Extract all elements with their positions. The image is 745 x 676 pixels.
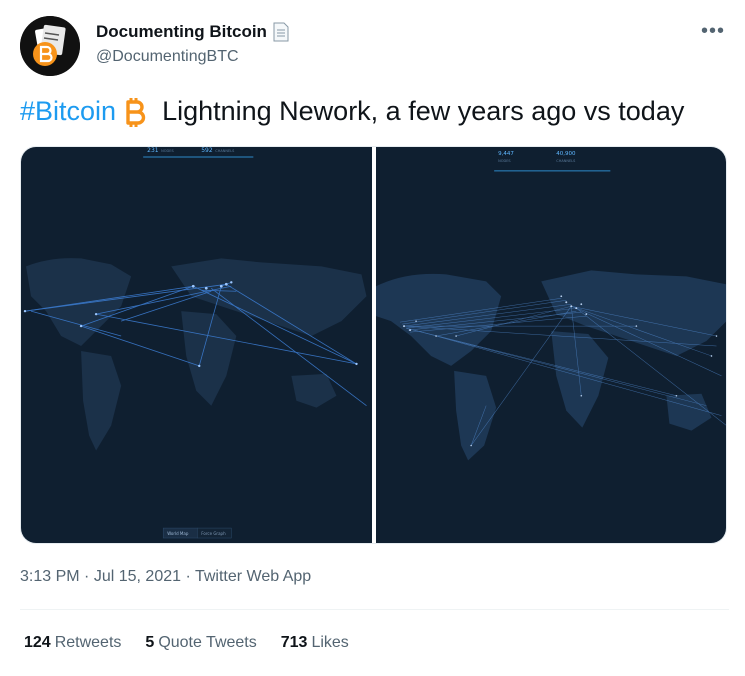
tweet-meta: 3:13 PM · Jul 15, 2021 · Twitter Web App [20,568,311,586]
likes-stat[interactable]: 713 Likes [281,634,349,652]
nodes-label: NODES [161,149,174,153]
tweet-body: Lightning Nework, a few years ago vs tod… [162,96,685,126]
author-handle[interactable]: @DocumentingBTC [96,48,239,66]
tweet-text: #Bitcoin Lightning Nework, a few years a… [20,96,684,127]
quote-tweets-stat[interactable]: 5 Quote Tweets [145,634,256,652]
meta-separator: · [185,568,195,585]
retweets-stat[interactable]: 124 Retweets [24,634,121,652]
quote-tweets-count: 5 [145,634,155,651]
media-image-after[interactable]: 9,447 NODES 40,900 CHANNELS [375,147,726,543]
engagement-stats: 124 Retweets 5 Quote Tweets 713 Likes [24,634,349,652]
channels-label: CHANNELS [215,149,235,153]
channels-count: 592 [201,147,213,154]
world-map-button: World Map [167,531,189,536]
likes-label: Likes [311,634,349,651]
author-name-row[interactable]: Documenting Bitcoin [96,22,289,42]
tweet-source[interactable]: Twitter Web App [195,568,311,585]
retweets-label: Retweets [54,634,122,651]
document-icon [273,22,289,42]
retweets-count: 124 [24,634,51,651]
hashtag-link[interactable]: #Bitcoin [20,96,116,127]
media-image-before[interactable]: 231 NODES 592 CHANNELS World Map Force G… [21,147,372,543]
force-graph-button: Force Graph [201,531,226,536]
meta-separator: · [84,568,94,585]
divider [20,609,729,610]
nodes-count: 231 [147,147,159,154]
channels-count: 40,900 [556,151,576,157]
bitcoin-documents-logo-icon [20,16,80,76]
quote-tweets-label: Quote Tweets [158,634,257,651]
likes-count: 713 [280,634,308,651]
tweet-time[interactable]: 3:13 PM [20,568,80,585]
channels-label: CHANNELS [556,159,576,163]
tweet-media[interactable]: 231 NODES 592 CHANNELS World Map Force G… [20,146,727,544]
bitcoin-icon [126,97,146,127]
lightning-network-map-after: 9,447 NODES 40,900 CHANNELS [375,151,726,461]
nodes-count: 9,447 [498,151,514,157]
more-options-icon[interactable]: ••• [701,20,725,43]
lightning-network-map-before: 231 NODES 592 CHANNELS World Map Force G… [23,147,367,539]
world-land [26,258,367,451]
nodes-label: NODES [498,159,511,163]
avatar[interactable] [20,16,80,76]
author-name[interactable]: Documenting Bitcoin [96,22,267,42]
tweet-date[interactable]: Jul 15, 2021 [94,568,181,585]
